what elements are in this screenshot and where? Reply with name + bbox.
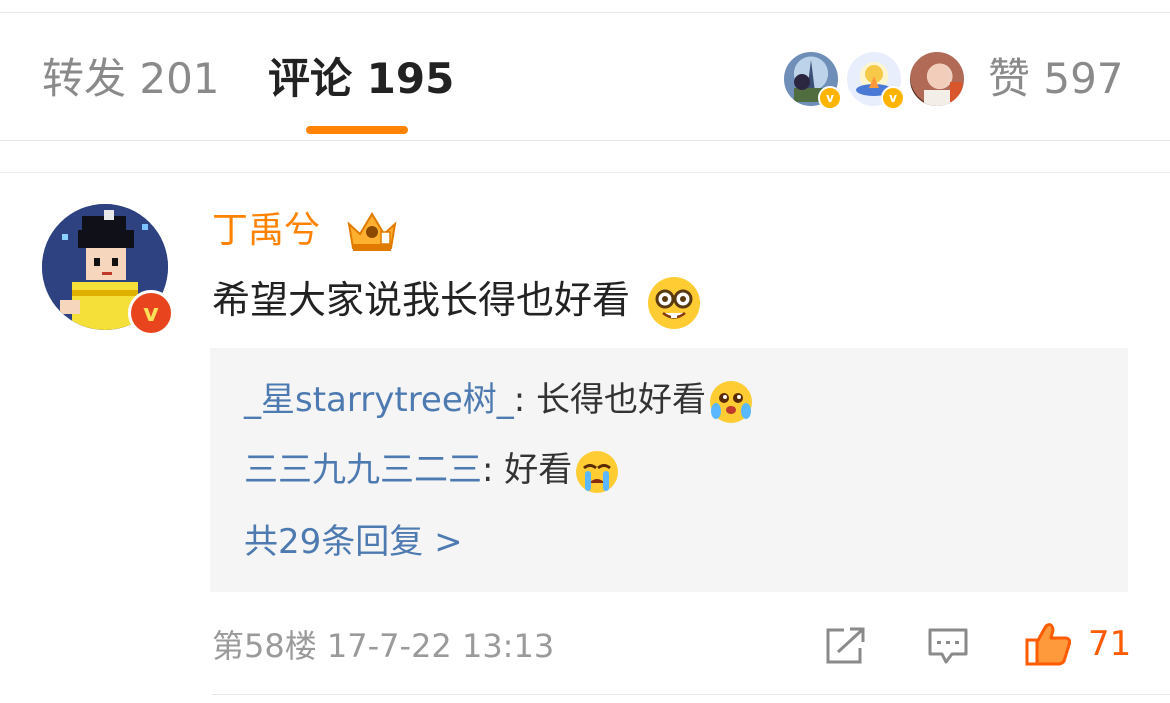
active-tab-indicator: [306, 126, 408, 134]
verified-icon: v: [128, 290, 174, 336]
tab-bar: 转发 201 评论 195 v v 赞 597: [0, 40, 1170, 134]
tab-comments[interactable]: 评论 195: [268, 52, 454, 106]
liker-avatar[interactable]: [908, 50, 966, 108]
header-divider: [0, 140, 1170, 141]
comment-body: 希望大家说我长得也好看: [212, 272, 701, 329]
thumb-up-icon[interactable]: [1024, 620, 1074, 668]
top-divider: [0, 12, 1170, 13]
like-count: 71: [1088, 624, 1132, 664]
crying-smile-emoji-icon: [710, 380, 753, 423]
comment-icon[interactable]: [926, 626, 970, 666]
comment-username[interactable]: 丁禹兮: [212, 206, 320, 256]
like-tab[interactable]: 赞 597: [988, 52, 1124, 106]
reply-item[interactable]: 三三九九三二三: 好看: [244, 446, 619, 494]
reply-username[interactable]: _星starrytree树_: [244, 380, 514, 420]
comment-text: 希望大家说我长得也好看: [212, 278, 631, 322]
verified-icon: v: [881, 86, 905, 110]
floor-and-time: 第58楼 17-7-22 13:13: [212, 627, 555, 665]
more-replies-link[interactable]: 共29条回复 >: [244, 518, 463, 566]
reply-text: : 好看: [482, 450, 573, 490]
crown-icon[interactable]: [345, 208, 399, 254]
reply-item[interactable]: _星starrytree树_: 长得也好看: [244, 376, 753, 424]
comment-footer: 第58楼 17-7-22 13:13 71: [212, 618, 1132, 674]
share-icon[interactable]: [824, 626, 868, 666]
reply-text: : 长得也好看: [513, 380, 707, 420]
crying-emoji-icon: [576, 450, 619, 493]
reply-username[interactable]: 三三九九三二三: [244, 450, 482, 490]
section-divider: [0, 172, 1170, 173]
nerd-face-emoji-icon: [648, 276, 701, 329]
replies-box[interactable]: _星starrytree树_: 长得也好看 三三九九三二三: 好看 共29条回复…: [210, 348, 1128, 592]
tab-repost[interactable]: 转发 201: [42, 52, 220, 106]
verified-icon: v: [818, 86, 842, 110]
bottom-divider: [212, 694, 1170, 695]
like-avatars[interactable]: v v: [782, 50, 972, 110]
